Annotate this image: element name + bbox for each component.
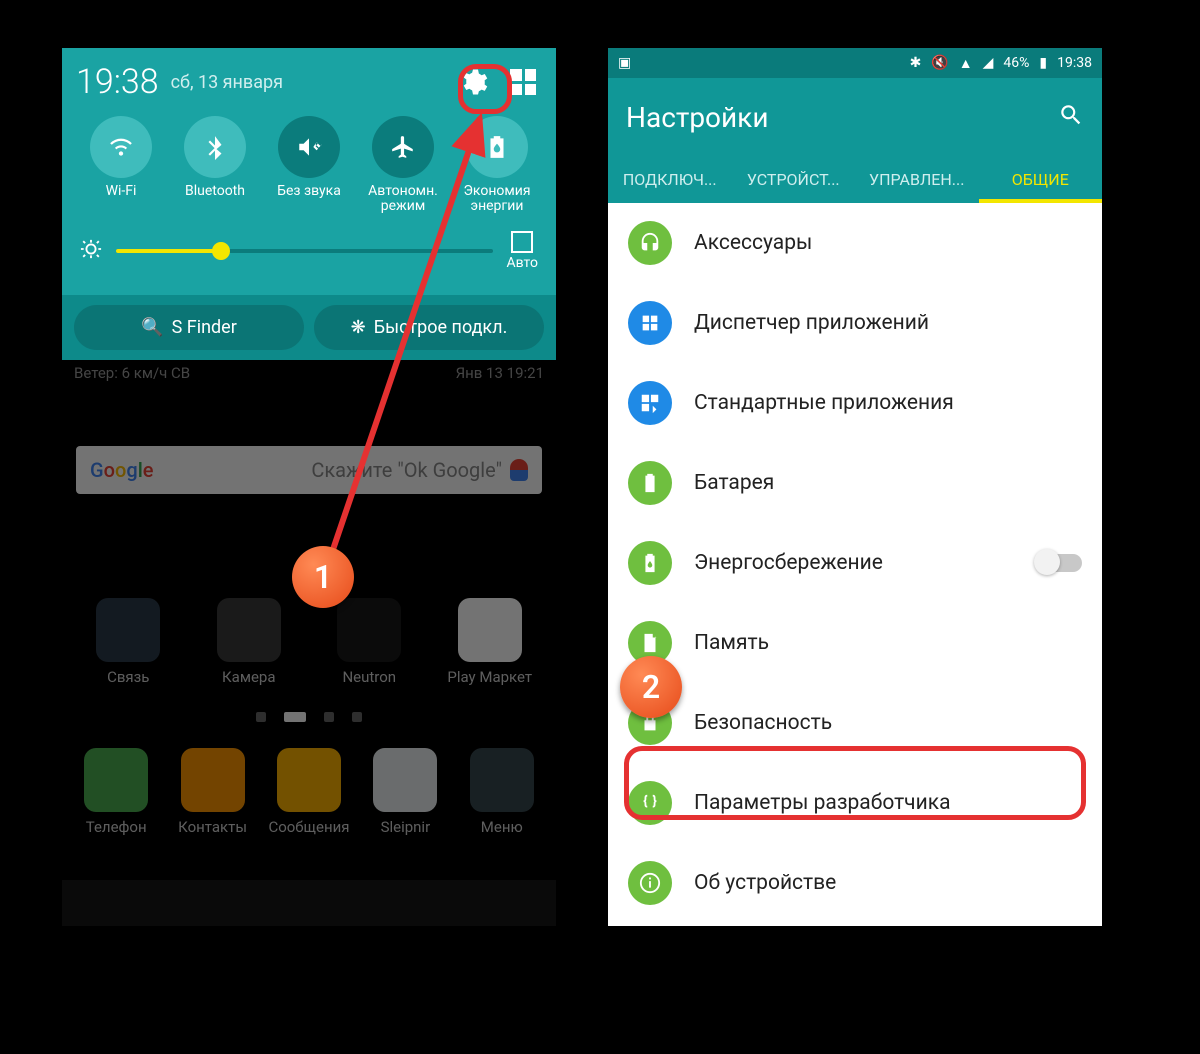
dock-phone[interactable]: Телефон: [70, 748, 162, 836]
search-icon[interactable]: [1058, 102, 1084, 132]
apps-grid-icon: [628, 301, 672, 345]
clock-date: сб, 13 января: [171, 72, 283, 93]
tab-controls[interactable]: УПРАВЛЕН...: [855, 156, 979, 203]
wifi-status-icon: ▲: [959, 55, 973, 72]
settings-item-default-apps[interactable]: Стандартные приложения: [608, 363, 1102, 443]
toggle-mute[interactable]: Без звука: [264, 116, 354, 215]
mic-icon[interactable]: [510, 459, 528, 481]
settings-item-battery[interactable]: Батарея: [608, 443, 1102, 523]
search-icon: 🔍: [141, 317, 163, 338]
settings-item-app-manager[interactable]: Диспетчер приложений: [608, 283, 1102, 363]
power-save-icon: [628, 541, 672, 585]
battery-icon: ▮: [1039, 55, 1047, 71]
page-title: Настройки: [626, 101, 768, 134]
tab-device[interactable]: УСТРОЙСТ...: [732, 156, 856, 203]
settings-item-accessories[interactable]: Аксессуары: [608, 203, 1102, 283]
brightness-auto-checkbox[interactable]: Авто: [507, 231, 539, 271]
toggle-bluetooth[interactable]: Bluetooth: [170, 116, 260, 215]
settings-item-power-saving[interactable]: Энергосбережение: [608, 523, 1102, 603]
callout-2: 2: [620, 656, 682, 718]
braces-icon: [628, 781, 672, 825]
quick-connect-button[interactable]: ❋ Быстрое подкл.: [314, 305, 544, 350]
power-save-toggle[interactable]: [1036, 554, 1082, 572]
dock-messages[interactable]: Сообщения: [263, 748, 355, 836]
bluetooth-status-icon: ✱: [910, 55, 922, 71]
brightness-icon: [80, 238, 102, 264]
google-search-bar[interactable]: Google Скажите "Ok Google": [76, 446, 542, 494]
settings-item-security[interactable]: Безопасность: [608, 683, 1102, 763]
settings-gear-icon[interactable]: [454, 63, 492, 101]
screenshot-icon: ▣: [618, 55, 631, 71]
google-logo: Google: [90, 458, 154, 482]
quick-toggles: Wi-Fi Bluetooth Без звука Автономн.режим…: [76, 108, 542, 221]
app-play-store[interactable]: Play Маркет: [444, 598, 536, 686]
home-screen-dimmed: Ветер: 6 км/ч СВ Янв 13 19:21 Google Ска…: [62, 360, 556, 880]
notification-shade: 19:38 сб, 13 января Wi-Fi Bluetooth Без …: [62, 48, 556, 295]
settings-item-storage[interactable]: Память: [608, 603, 1102, 683]
weather-wind: Ветер: 6 км/ч СВ: [74, 364, 190, 382]
app-neutron[interactable]: Neutron: [323, 598, 415, 686]
toggle-powersave[interactable]: Экономияэнергии: [452, 116, 542, 215]
phone-notification-panel: 19:38 сб, 13 января Wi-Fi Bluetooth Без …: [62, 48, 556, 926]
tab-connections[interactable]: ПОДКЛЮЧ...: [608, 156, 732, 203]
dock-contacts[interactable]: Контакты: [167, 748, 259, 836]
page-indicator: [62, 686, 556, 740]
dock-sleipnir[interactable]: Sleipnir: [359, 748, 451, 836]
app-folder-svyaz[interactable]: Связь: [82, 598, 174, 686]
battery-pct: 46%: [1003, 55, 1029, 71]
settings-item-about[interactable]: Об устройстве: [608, 843, 1102, 923]
phone-settings: ▣ ✱ 🔇 ▲ ◢ 46% ▮ 19:38 Настройки ПОДКЛЮЧ.…: [608, 48, 1102, 926]
tab-general[interactable]: ОБЩИЕ: [979, 156, 1103, 203]
callout-1: 1: [292, 546, 354, 608]
status-time: 19:38: [1057, 55, 1092, 71]
app-camera[interactable]: Камера: [203, 598, 295, 686]
status-bar: ▣ ✱ 🔇 ▲ ◢ 46% ▮ 19:38: [608, 48, 1102, 78]
settings-list[interactable]: Аксессуары Диспетчер приложений Стандарт…: [608, 203, 1102, 923]
brightness-slider-row: Авто: [76, 221, 542, 285]
mute-status-icon: 🔇: [931, 55, 948, 71]
signal-status-icon: ◢: [983, 55, 994, 71]
settings-tabs: ПОДКЛЮЧ... УСТРОЙСТ... УПРАВЛЕН... ОБЩИЕ: [608, 156, 1102, 203]
dock: Телефон Контакты Сообщения Sleipnir Меню: [62, 740, 556, 850]
shade-shortcut-buttons: 🔍 S Finder ❋ Быстрое подкл.: [62, 295, 556, 360]
quickconnect-icon: ❋: [351, 317, 366, 338]
dock-menu[interactable]: Меню: [456, 748, 548, 836]
sfinder-button[interactable]: 🔍 S Finder: [74, 305, 304, 350]
info-icon: [628, 861, 672, 905]
clock-time: 19:38: [76, 62, 159, 102]
toggle-airplane[interactable]: Автономн.режим: [358, 116, 448, 215]
headset-icon: [628, 221, 672, 265]
panel-grid-icon[interactable]: [504, 63, 542, 101]
battery-icon: [628, 461, 672, 505]
weather-timestamp: Янв 13 19:21: [456, 364, 544, 382]
search-placeholder: Скажите "Ok Google": [162, 458, 502, 482]
brightness-slider[interactable]: [116, 249, 493, 253]
apps-alt-icon: [628, 381, 672, 425]
settings-item-developer[interactable]: Параметры разработчика: [608, 763, 1102, 843]
toggle-wifi[interactable]: Wi-Fi: [76, 116, 166, 215]
settings-header: Настройки: [608, 78, 1102, 156]
